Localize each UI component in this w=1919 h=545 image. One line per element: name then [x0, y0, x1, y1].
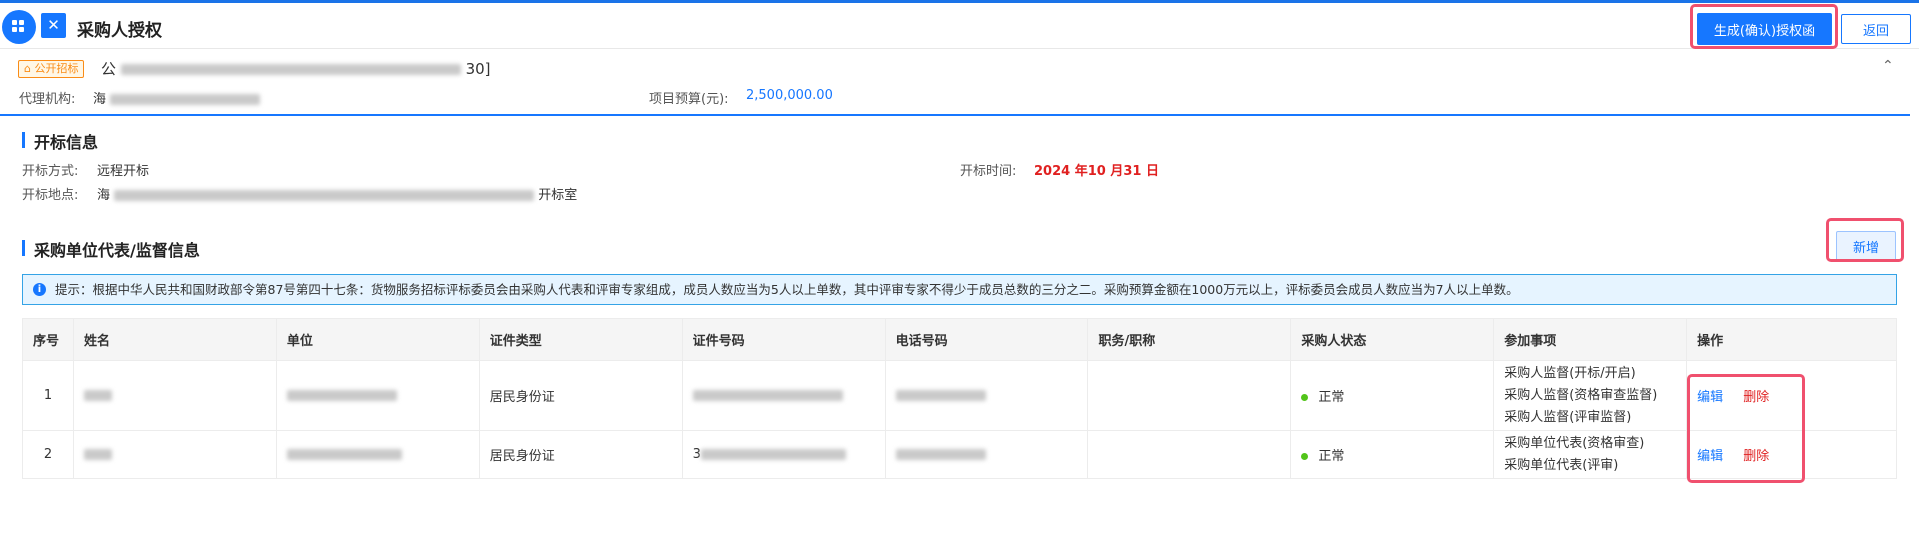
notice-text: 提示：根据中华人民共和国财政部令第87号第四十七条：货物服务招标评标委员会由采购… — [55, 282, 1519, 297]
matter-item: 采购人监督(开标/开启) — [1504, 365, 1636, 381]
row-name — [72, 360, 277, 431]
budget-label: 项目预算(元): — [649, 92, 729, 107]
table-row: 2 居民身份证 3 正常 采购单位代表(资格审查) 采购单位代表(评审) 编辑 … — [22, 430, 1897, 479]
col-name: 姓名 — [72, 318, 277, 361]
table-row: 1 居民身份证 正常 采购人监督(开标/开启) 采购人监督(资格审查监督) 采购… — [22, 360, 1897, 431]
row-status: 正常 — [1290, 430, 1495, 479]
brand-logo-icon: ✕ — [41, 13, 66, 38]
page-header: ✕ 采购人授权 生成(确认)授权函 返回 — [0, 3, 1919, 49]
representatives-table: 序号 姓名 单位 证件类型 证件号码 电话号码 职务/职称 采购人状态 参加事项… — [22, 318, 1897, 479]
opening-method-label: 开标方式: — [22, 164, 79, 179]
highlight-actions — [1687, 374, 1805, 483]
opening-time-value: 2024 年10 月31 日 — [1034, 164, 1159, 179]
row-title — [1087, 360, 1292, 431]
row-title — [1087, 430, 1292, 479]
project-summary: ⌂ 公开招标 公 30] ⌃ 代理机构: 海 项目预算(元): 2,500,00… — [0, 50, 1910, 116]
opening-section-title: 开标信息 — [22, 129, 98, 153]
redacted-agency — [110, 94, 261, 105]
row-id-number: 3 — [681, 430, 886, 479]
agency-label: 代理机构: — [19, 92, 76, 107]
redacted-unit — [286, 449, 402, 460]
reps-section-title: 采购单位代表/监督信息 — [22, 237, 200, 261]
status-dot-icon — [1301, 453, 1309, 460]
status-dot-icon — [1301, 394, 1309, 401]
opening-place-value: 海 开标室 — [97, 184, 577, 203]
row-name — [72, 430, 277, 479]
col-status: 采购人状态 — [1290, 318, 1495, 361]
col-matters: 参加事项 — [1493, 318, 1688, 361]
matter-item: 采购人监督(资格审查监督) — [1504, 387, 1658, 403]
row-id-number — [681, 360, 886, 431]
procurement-type-tag: ⌂ 公开招标 — [18, 60, 85, 78]
tag-label: 公开招标 — [34, 62, 79, 75]
matter-item: 采购单位代表(资格审查) — [1504, 435, 1645, 451]
col-id-type: 证件类型 — [478, 318, 683, 361]
row-index: 2 — [22, 430, 74, 479]
opening-place-suffix: 开标室 — [538, 188, 578, 203]
matter-item: 采购人监督(评审监督) — [1504, 409, 1632, 425]
matter-item: 采购单位代表(评审) — [1504, 457, 1619, 473]
redacted-name — [83, 390, 112, 401]
row-phone — [884, 430, 1089, 479]
opening-place-label: 开标地点: — [22, 188, 79, 203]
row-status: 正常 — [1290, 360, 1495, 431]
row-id-type: 居民身份证 — [478, 430, 683, 479]
chevron-up-icon[interactable]: ⌃ — [1882, 58, 1894, 74]
project-name-prefix: 公 — [101, 60, 117, 78]
col-id-number: 证件号码 — [681, 318, 886, 361]
redacted-phone — [895, 390, 986, 401]
project-name: 公 30] — [101, 58, 491, 79]
redacted-place — [114, 190, 535, 201]
project-name-suffix: 30] — [465, 60, 491, 78]
redacted-id — [692, 390, 843, 401]
opening-time-label: 开标时间: — [960, 164, 1017, 179]
row-matters: 采购人监督(开标/开启) 采购人监督(资格审查监督) 采购人监督(评审监督) — [1493, 360, 1688, 431]
highlight-generate — [1690, 4, 1838, 49]
info-icon: i — [33, 283, 46, 296]
redacted-unit — [286, 390, 397, 401]
lock-icon: ⌂ — [24, 62, 31, 75]
col-title: 职务/职称 — [1087, 318, 1292, 361]
redacted-phone — [895, 449, 986, 460]
page-title: 采购人授权 — [77, 21, 162, 41]
redacted-id — [700, 449, 846, 460]
row-unit — [275, 360, 480, 431]
status-text: 正常 — [1318, 449, 1345, 464]
table-header-row: 序号 姓名 单位 证件类型 证件号码 电话号码 职务/职称 采购人状态 参加事项… — [22, 318, 1897, 361]
col-actions: 操作 — [1686, 318, 1897, 361]
redacted-name — [83, 449, 112, 460]
redacted-project-name — [120, 64, 461, 75]
agency-value: 海 — [93, 88, 261, 107]
row-phone — [884, 360, 1089, 431]
apps-grid-icon[interactable] — [2, 10, 36, 44]
opening-place-prefix: 海 — [97, 188, 111, 203]
opening-method-value: 远程开标 — [97, 164, 150, 179]
policy-notice: i 提示：根据中华人民共和国财政部令第87号第四十七条：货物服务招标评标委员会由… — [22, 274, 1897, 305]
id-prefix: 3 — [692, 447, 701, 462]
row-matters: 采购单位代表(资格审查) 采购单位代表(评审) — [1493, 430, 1688, 479]
agency-value-prefix: 海 — [93, 92, 107, 107]
row-index: 1 — [22, 360, 74, 431]
budget-value: 2,500,000.00 — [746, 88, 833, 103]
row-id-type: 居民身份证 — [478, 360, 683, 431]
row-unit — [275, 430, 480, 479]
status-text: 正常 — [1318, 390, 1345, 405]
col-index: 序号 — [22, 318, 74, 361]
col-phone: 电话号码 — [884, 318, 1089, 361]
col-unit: 单位 — [275, 318, 480, 361]
back-button[interactable]: 返回 — [1841, 14, 1911, 44]
highlight-add — [1826, 218, 1904, 262]
